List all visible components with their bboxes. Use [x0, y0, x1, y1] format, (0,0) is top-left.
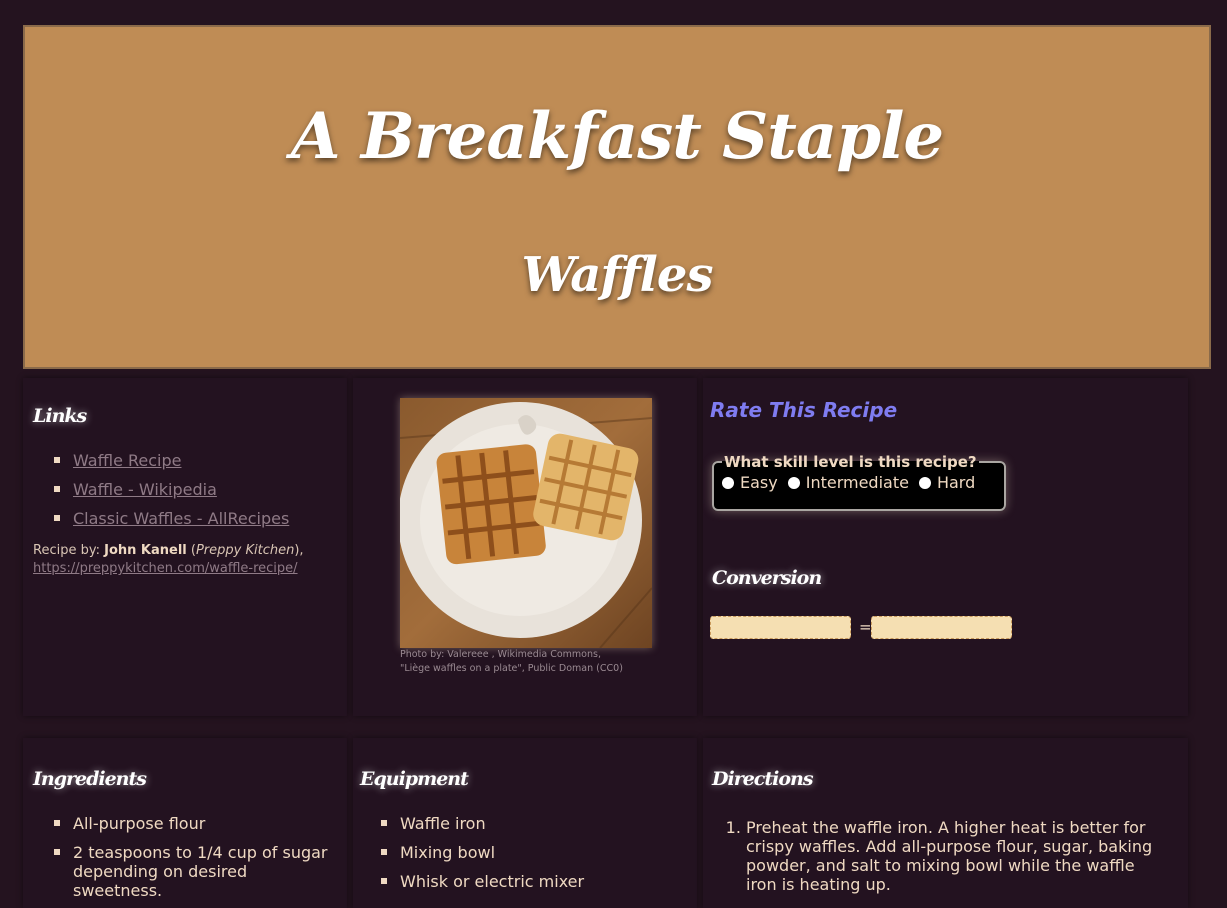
radio-hard-label[interactable]: Hard	[937, 473, 975, 492]
rate-heading: Rate This Recipe	[710, 398, 898, 422]
recipe-author: John Kanell	[104, 543, 187, 558]
radio-hard[interactable]	[918, 476, 931, 489]
radio-easy-label[interactable]: Easy	[740, 473, 778, 492]
ingredients-list: All-purpose flour 2 teaspoons to 1/4 cup…	[33, 814, 337, 900]
rating-card: Rate This Recipe What skill level is thi…	[703, 378, 1188, 716]
equipment-list: Waffle iron Mixing bowl Whisk or electri…	[360, 814, 690, 891]
recipe-credit: Recipe by: John Kanell (Preppy Kitchen),…	[33, 542, 337, 578]
equipment-heading: Equipment	[360, 768, 469, 790]
photo-card: Photo by: Valereee , Wikimedia Commons, …	[353, 378, 697, 716]
skill-level-fieldset: What skill level is this recipe? Easy In…	[712, 453, 1006, 511]
list-item: Preheat the waffle iron. A higher heat i…	[746, 818, 1166, 894]
list-item: Mixing bowl	[360, 843, 690, 862]
list-item: Waffle Recipe	[33, 451, 337, 470]
list-item: All-purpose flour	[33, 814, 337, 833]
equipment-card: Equipment Waffle iron Mixing bowl Whisk …	[353, 738, 697, 908]
list-item: Classic Waffles - AllRecipes	[33, 509, 337, 528]
recipe-source: Preppy Kitchen	[195, 543, 295, 558]
conversion-heading: Conversion	[712, 567, 822, 589]
conversion-equals: =	[859, 618, 872, 636]
directions-card: Directions Preheat the waffle iron. A hi…	[703, 738, 1188, 908]
ingredients-card: Ingredients All-purpose flour 2 teaspoon…	[23, 738, 347, 908]
conversion-input-right[interactable]	[871, 616, 1012, 639]
photo-caption: Photo by: Valereee , Wikimedia Commons, …	[400, 649, 623, 674]
radio-easy[interactable]	[722, 476, 734, 489]
recipe-source-close: ),	[294, 543, 304, 558]
links-card: Links Waffle Recipe Waffle - Wikipedia C…	[23, 378, 347, 716]
skill-legend: What skill level is this recipe?	[724, 453, 977, 471]
list-item: Waffle - Wikipedia	[33, 480, 337, 499]
ingredients-heading: Ingredients	[33, 768, 147, 790]
link-allrecipes[interactable]: Classic Waffles - AllRecipes	[73, 509, 289, 528]
page-subtitle: Waffles	[521, 247, 714, 303]
radio-intermediate-label[interactable]: Intermediate	[806, 473, 909, 492]
conversion-input-left[interactable]	[710, 616, 851, 639]
directions-list: Preheat the waffle iron. A higher heat i…	[712, 818, 1166, 894]
list-item: 2 teaspoons to 1/4 cup of sugar dependin…	[33, 843, 337, 900]
link-waffle-recipe[interactable]: Waffle Recipe	[73, 451, 181, 470]
list-item: Waffle iron	[360, 814, 690, 833]
recipe-by-label: Recipe by:	[33, 543, 100, 558]
page-title: A Breakfast Staple	[290, 99, 944, 174]
links-heading: Links	[33, 405, 87, 427]
link-waffle-wikipedia[interactable]: Waffle - Wikipedia	[73, 480, 217, 499]
waffle-photo-image	[400, 398, 652, 648]
recipe-url-link[interactable]: https://preppykitchen.com/waffle-recipe/	[33, 561, 298, 576]
directions-heading: Directions	[712, 768, 814, 790]
waffle-photo	[400, 398, 652, 648]
radio-intermediate[interactable]	[787, 476, 800, 489]
hero-banner: A Breakfast Staple Waffles	[23, 25, 1211, 369]
links-list: Waffle Recipe Waffle - Wikipedia Classic…	[33, 451, 337, 528]
skill-options: Easy Intermediate Hard	[722, 473, 996, 492]
list-item: Whisk or electric mixer	[360, 872, 690, 891]
